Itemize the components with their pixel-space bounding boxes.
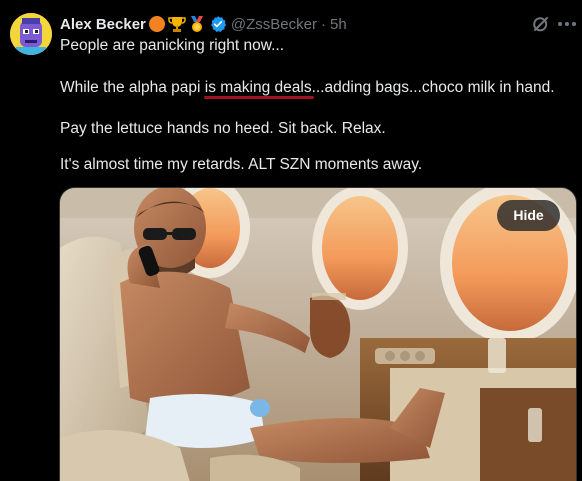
display-name[interactable]: Alex Becker xyxy=(60,16,146,33)
highlighted-phrase: is making deals xyxy=(204,79,312,96)
grok-icon[interactable] xyxy=(529,12,553,36)
tweet-text-line-2-start: While the alpha papi xyxy=(60,79,205,96)
medal-icon xyxy=(188,15,206,33)
handle[interactable]: @ZssBecker xyxy=(231,16,317,33)
tweet-text-line-3: Pay the lettuce hands no heed. Sit back.… xyxy=(60,120,386,137)
man-on-private-jet-image xyxy=(60,188,576,481)
avatar[interactable] xyxy=(10,13,52,55)
orange-circle-icon xyxy=(148,15,166,33)
tweet: Alex Becker @ZssBecker · 5h People are p… xyxy=(0,0,582,481)
more-icon[interactable] xyxy=(556,12,578,36)
tweet-text-line-4: It's almost time my retards. ALT SZN mom… xyxy=(60,156,423,173)
hide-button[interactable]: Hide xyxy=(497,200,560,231)
verified-badge-icon xyxy=(209,15,227,33)
trophy-icon xyxy=(168,15,186,33)
tweet-text-line-2-end: ...adding bags...choco milk in hand. xyxy=(311,79,555,96)
separator-dot: · xyxy=(320,15,326,33)
tweet-text-line-2: While the alpha papi is making deals...a… xyxy=(60,77,555,99)
tweet-text-line-1: People are panicking right now... xyxy=(60,37,285,54)
timestamp[interactable]: 5h xyxy=(330,16,347,33)
tweet-media[interactable] xyxy=(59,187,577,481)
tweet-header: Alex Becker @ZssBecker · 5h xyxy=(60,13,347,35)
